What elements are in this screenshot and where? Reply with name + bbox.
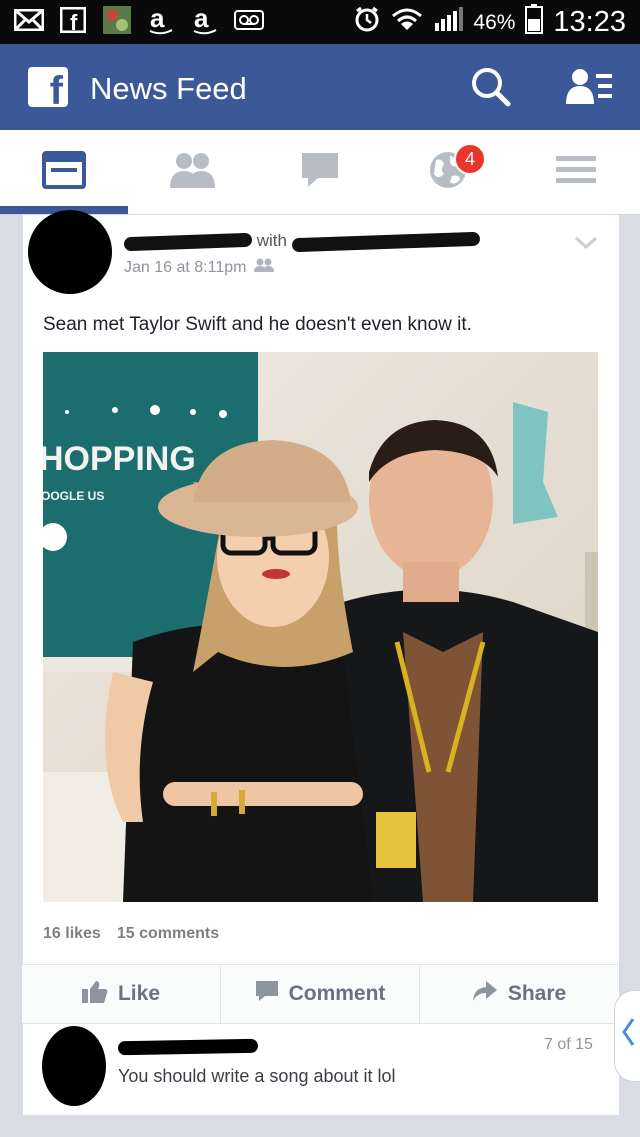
search-icon[interactable] <box>470 66 512 113</box>
battery-icon <box>525 4 544 41</box>
news-feed-icon <box>42 150 86 194</box>
friend-requests-icon[interactable] <box>566 66 614 113</box>
redacted-commenter-name[interactable] <box>117 1038 259 1056</box>
share-button[interactable]: Share <box>420 965 618 1023</box>
comment-icon <box>255 980 279 1008</box>
amazon-icon: a <box>190 5 220 35</box>
like-button[interactable]: Like <box>22 965 221 1023</box>
amazon-icon: a <box>146 5 176 35</box>
commenter-avatar[interactable] <box>42 1026 106 1106</box>
post-stats: 16 likes 15 comments <box>43 925 219 943</box>
facebook-icon: f <box>58 6 88 34</box>
tab-notifications[interactable] <box>384 130 512 214</box>
chevron-left-icon <box>621 1017 635 1055</box>
comment-text: You should write a song about it lol <box>118 1066 396 1086</box>
svg-text:a: a <box>194 5 209 33</box>
post-text: Sean met Taylor Swift and he doesn't eve… <box>43 314 472 335</box>
chat-sidebar-handle[interactable] <box>614 990 640 1082</box>
thumbs-up-icon <box>81 979 108 1009</box>
chevron-down-icon[interactable] <box>574 236 598 255</box>
comments-count[interactable]: 15 comments <box>117 925 219 943</box>
comment-button[interactable]: Comment <box>221 965 420 1023</box>
redacted-tagged-name[interactable] <box>291 231 480 252</box>
tab-bar <box>0 130 640 215</box>
wifi-icon <box>391 6 423 39</box>
signal-icon <box>433 5 464 40</box>
sign-text-shopping: HOPPING <box>43 440 196 478</box>
tab-friends[interactable] <box>128 130 256 214</box>
mail-icon <box>14 6 44 34</box>
battery-percent: 46% <box>473 10 516 34</box>
author-avatar[interactable] <box>28 210 112 294</box>
post-timestamp[interactable]: Jan 16 at 8:11pm <box>124 259 246 277</box>
friends-icon <box>167 152 217 193</box>
share-arrow-icon <box>472 980 498 1008</box>
svg-text:a: a <box>150 5 165 33</box>
messages-icon <box>300 151 340 194</box>
status-bar: f a a 46% 13:23 <box>0 0 640 44</box>
redacted-author-name[interactable] <box>123 232 253 251</box>
likes-count[interactable]: 16 likes <box>43 925 101 943</box>
post-actions: Like Comment Share <box>22 964 618 1024</box>
wallpaper-icon <box>102 6 132 34</box>
page-title: News Feed <box>90 71 247 106</box>
post-photo[interactable]: HOPPING OOGLE US <box>43 352 598 902</box>
facebook-logo[interactable]: f <box>28 67 68 111</box>
tab-news-feed[interactable] <box>0 130 128 214</box>
svg-text:f: f <box>70 10 78 33</box>
tab-messages[interactable] <box>256 130 384 214</box>
menu-icon <box>556 154 596 191</box>
tab-menu[interactable] <box>512 130 640 214</box>
comment-pager: 7 of 15 <box>544 1036 593 1053</box>
with-label: with <box>256 231 287 250</box>
app-header: f News Feed <box>0 44 640 130</box>
clock: 13:23 <box>553 6 626 38</box>
privacy-friends-icon[interactable] <box>254 258 275 277</box>
voicemail-icon <box>234 6 264 34</box>
photo-illustration: HOPPING OOGLE US <box>43 352 598 902</box>
post-author-line: with <box>123 231 480 253</box>
post-meta: Jan 16 at 8:11pm <box>124 258 275 277</box>
sign-text-google: OOGLE US <box>43 489 104 503</box>
notification-badge: 4 <box>454 143 486 175</box>
alarm-icon <box>353 5 381 40</box>
